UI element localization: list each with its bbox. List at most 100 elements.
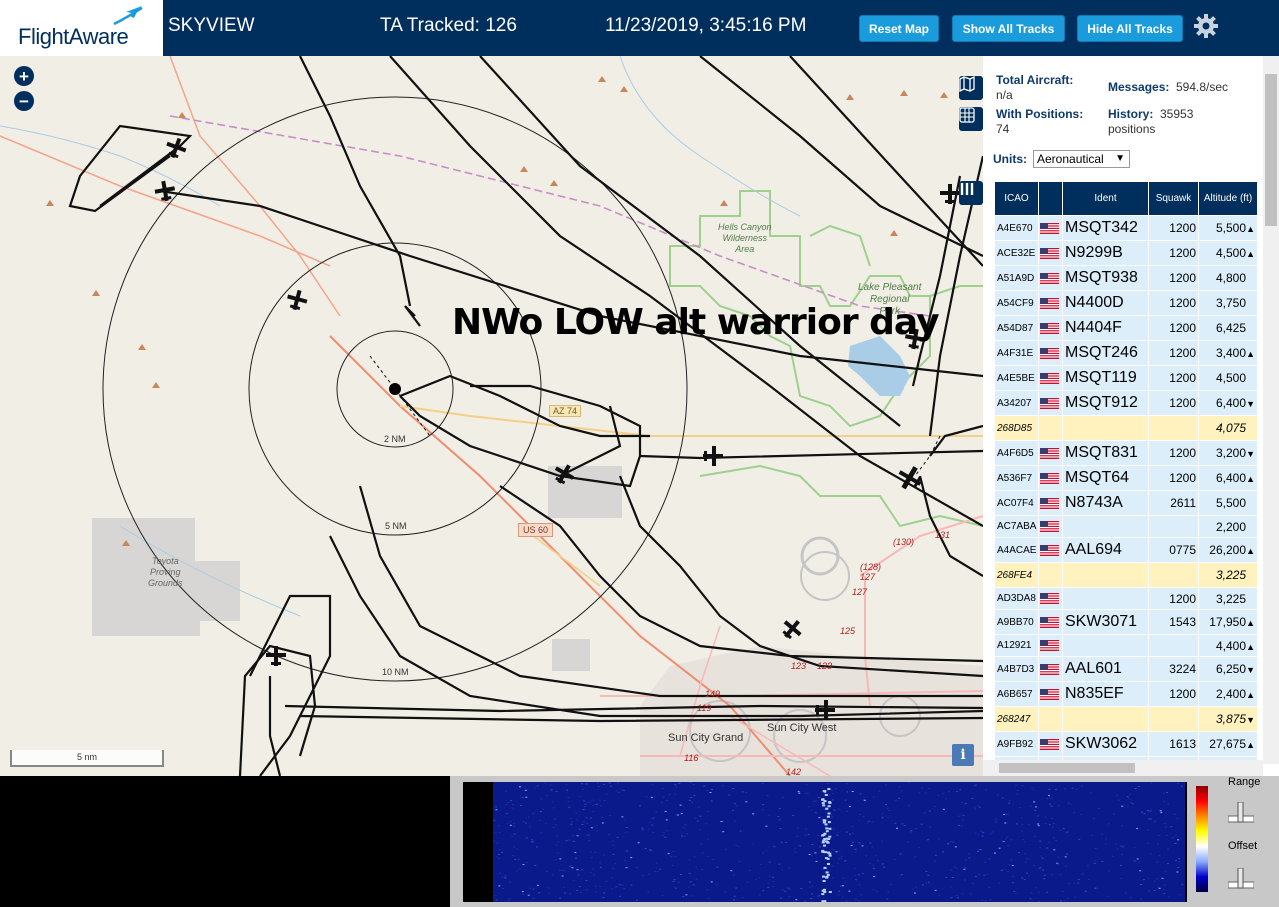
ring-label-2nm: 2 NM: [384, 434, 406, 444]
col-header-ident[interactable]: Ident: [1062, 181, 1149, 216]
us-flag-icon: [1040, 544, 1059, 556]
range-slider[interactable]: [1228, 802, 1254, 824]
table-row[interactable]: A4F31E MSQT246 1200 3,400▲: [994, 340, 1258, 366]
flightaware-logo[interactable]: FlightAware: [0, 0, 163, 56]
flag-cell: [1038, 215, 1063, 241]
ident-cell: N835EF: [1062, 681, 1149, 707]
altitude-cell: 17,950▲: [1198, 609, 1258, 635]
waterfall-spectrum: [493, 782, 1187, 903]
table-row[interactable]: A12921 4,400▲: [994, 634, 1258, 657]
grid-icon: [959, 107, 975, 123]
flag-cell: [1038, 634, 1063, 657]
table-row[interactable]: A536F7 MSQT64 1200 6,400▲: [994, 465, 1258, 491]
grid-toggle-button[interactable]: [959, 107, 983, 131]
map-canvas[interactable]: [0, 56, 983, 776]
columns-icon: [960, 183, 974, 195]
altitude-cell: 4,400▲: [1198, 634, 1258, 657]
col-header-flag[interactable]: [1038, 181, 1063, 216]
table-row[interactable]: A4F6D5 MSQT831 1200 3,200▼: [994, 440, 1258, 466]
zoom-in-button[interactable]: +: [14, 66, 34, 86]
scrollbar-thumb[interactable]: [1265, 74, 1277, 226]
with-positions-label: With Positions:: [996, 107, 1084, 121]
table-row[interactable]: A4B7D3 AAL601 3224 6,250▼: [994, 656, 1258, 682]
icao-cell: A51A9D: [994, 265, 1039, 291]
label-road-128: (128): [860, 562, 882, 572]
table-row[interactable]: 268FE4 3,225: [994, 562, 1258, 588]
table-row[interactable]: AC07F4 N8743A 2611 5,500: [994, 490, 1258, 516]
zoom-out-button[interactable]: −: [14, 91, 34, 111]
messages-value: 594.8/sec: [1176, 80, 1229, 94]
history-label: History:: [1108, 107, 1154, 121]
ident-cell: MSQT831: [1062, 440, 1149, 466]
table-row[interactable]: A54D87 N4404F 1200 6,425: [994, 315, 1258, 341]
altitude-value: 6,425: [1215, 321, 1246, 335]
us-flag-icon: [1040, 372, 1059, 384]
table-row[interactable]: A54CF9 N4400D 1200 3,750: [994, 290, 1258, 316]
label-road-149: 149: [705, 689, 721, 699]
col-header-icao[interactable]: ICAO: [994, 181, 1039, 216]
panel-vertical-scrollbar[interactable]: [1263, 56, 1279, 764]
table-row[interactable]: AC7ABA 2,200: [994, 515, 1258, 538]
units-select[interactable]: Aeronautical ▼: [1033, 150, 1130, 168]
history-value: 35953: [1160, 107, 1194, 121]
col-header-squawk[interactable]: Squawk: [1148, 181, 1199, 216]
scrollbar-thumb[interactable]: [999, 763, 1135, 773]
gear-icon[interactable]: [1193, 13, 1219, 39]
flag-cell: [1038, 731, 1063, 757]
table-row[interactable]: A4ACAE AAL694 0775 26,200▲: [994, 537, 1258, 563]
table-header: ICAO Ident Squawk Altitude (ft): [994, 181, 1258, 216]
info-button[interactable]: i: [952, 744, 974, 766]
altitude-value: 3,225: [1215, 591, 1246, 606]
descend-icon: ▼: [1246, 399, 1255, 409]
flag-cell: [1038, 290, 1063, 316]
map-layers-button[interactable]: [959, 76, 983, 100]
climb-icon: ▲: [1246, 641, 1255, 652]
climb-icon: ▲: [1246, 546, 1255, 556]
ident-cell: N4400D: [1062, 290, 1149, 316]
table-row[interactable]: ACE32E N9299B 1200 4,500▲: [994, 240, 1258, 266]
chevron-down-icon: ▼: [1115, 153, 1125, 164]
offset-slider[interactable]: [1228, 868, 1254, 890]
table-row[interactable]: A51A9D MSQT938 1200 4,800: [994, 265, 1258, 291]
table-row[interactable]: A9BB70 SKW3071 1543 17,950▲: [994, 609, 1258, 635]
squawk-cell: 1200: [1148, 315, 1199, 341]
tracked-count: TA Tracked: 126: [380, 15, 517, 36]
ident-cell: [1062, 415, 1149, 441]
icao-cell: A6B657: [994, 681, 1039, 707]
table-row[interactable]: A34207 MSQT912 1200 6,400▼: [994, 390, 1258, 416]
map-view[interactable]: Hells Canyon Wilderness Area Lake Pleasa…: [0, 56, 983, 776]
us-flag-icon: [1040, 640, 1059, 652]
label-road-123b: 123: [817, 661, 833, 671]
squawk-cell: [1148, 415, 1199, 441]
table-row[interactable]: 268247 3,875▼: [994, 706, 1258, 732]
ident-cell: [1062, 587, 1149, 610]
col-header-altitude[interactable]: Altitude (ft): [1198, 181, 1258, 216]
altitude-value: 4,400: [1215, 638, 1246, 653]
ident-cell: N8743A: [1062, 490, 1149, 516]
flag-cell: [1038, 656, 1063, 682]
table-row[interactable]: A4E5BE MSQT119 1200 4,500: [994, 365, 1258, 391]
squawk-cell: 0775: [1148, 537, 1199, 563]
altitude-cell: 6,250▼: [1198, 656, 1258, 682]
altitude-value: 6,400: [1215, 471, 1246, 485]
table-row[interactable]: 268D85 4,075: [994, 415, 1258, 441]
label-road-125: 125: [840, 626, 856, 636]
table-row[interactable]: A6B657 N835EF 1200 2,400▲: [994, 681, 1258, 707]
show-all-tracks-button[interactable]: Show All Tracks: [952, 15, 1065, 42]
ident-cell: MSQT938: [1062, 265, 1149, 291]
flag-cell: [1038, 415, 1063, 441]
table-row[interactable]: A4E670 MSQT342 1200 5,500▲: [994, 215, 1258, 241]
messages-label: Messages:: [1108, 80, 1170, 94]
icao-cell: A4F31E: [994, 340, 1039, 366]
table-row[interactable]: AD3DA8 1200 3,225: [994, 587, 1258, 610]
panel-horizontal-scrollbar[interactable]: [983, 760, 1263, 776]
column-toggle-button[interactable]: [959, 181, 983, 205]
us-flag-icon: [1040, 272, 1059, 284]
table-row[interactable]: A9FB92 SKW3062 1613 27,675▲: [994, 731, 1258, 757]
ident-cell: [1062, 562, 1149, 588]
us-flag-icon: [1040, 222, 1059, 234]
squawk-cell: 1200: [1148, 340, 1199, 366]
reset-map-button[interactable]: Reset Map: [859, 15, 939, 42]
total-aircraft-label: Total Aircraft:: [996, 73, 1074, 87]
hide-all-tracks-button[interactable]: Hide All Tracks: [1077, 15, 1183, 42]
